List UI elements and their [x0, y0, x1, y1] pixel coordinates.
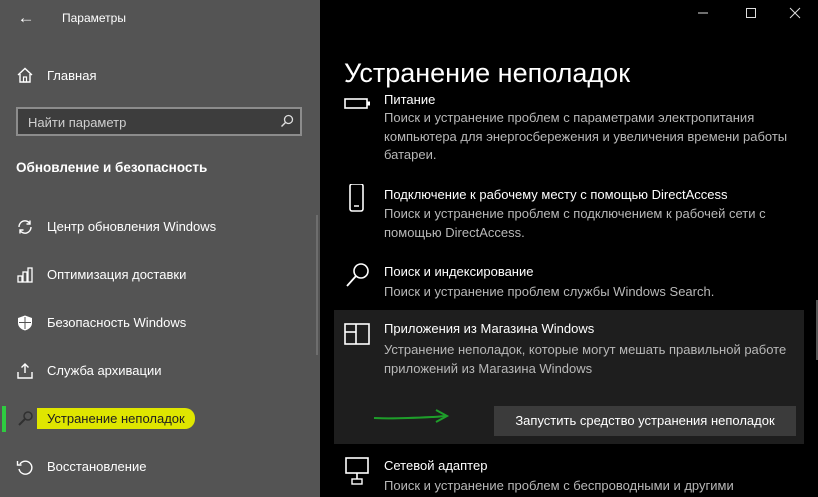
wrench-icon — [18, 411, 33, 426]
tile-description: Поиск и устранение проблем с подключение… — [384, 206, 766, 240]
troubleshooter-power[interactable]: Питание Поиск и устранение проблем с пар… — [334, 92, 804, 168]
run-troubleshooter-button[interactable]: Запустить средство устранения неполадок — [494, 406, 796, 436]
active-indicator — [2, 406, 6, 432]
sidebar-item-recovery[interactable]: Восстановление — [0, 454, 310, 480]
sidebar-item-label: Центр обновления Windows — [47, 219, 217, 234]
sidebar-item-label: Служба архивации — [47, 363, 162, 378]
maximize-button[interactable] — [728, 6, 774, 30]
troubleshooter-store-apps[interactable]: Приложения из Магазина Windows Устранени… — [334, 310, 804, 444]
backup-icon — [17, 363, 33, 379]
network-icon — [345, 457, 369, 485]
sidebar-item-troubleshoot[interactable]: Устранение неполадок — [0, 406, 310, 432]
sidebar-scrollbar[interactable] — [316, 215, 318, 355]
minimize-button[interactable] — [680, 6, 726, 30]
section-title: Обновление и безопасность — [16, 160, 208, 175]
store-app-icon — [344, 323, 370, 345]
maximize-icon — [746, 8, 756, 18]
tile-title: Поиск и индексирование — [384, 264, 534, 279]
sidebar: ← Параметры Главная Найти параметр Обнов… — [0, 0, 320, 497]
title-bar: ← Параметры — [0, 0, 320, 36]
home-nav-item[interactable]: Главная — [16, 64, 96, 86]
recovery-icon — [16, 460, 33, 475]
page-title: Устранение неполадок — [344, 58, 631, 88]
sidebar-item-label: Оптимизация доставки — [47, 267, 187, 282]
sidebar-item-label: Устранение неполадок — [37, 408, 195, 429]
sidebar-item-delivery-optimization[interactable]: Оптимизация доставки — [0, 262, 310, 288]
search-input[interactable]: Найти параметр — [16, 107, 302, 136]
sidebar-item-windows-update[interactable]: Центр обновления Windows — [0, 214, 310, 240]
minimize-icon — [698, 12, 708, 14]
tile-description: Устранение неполадок, которые могут меша… — [384, 342, 787, 376]
search-placeholder: Найти параметр — [28, 115, 127, 130]
green-arrow-annotation — [373, 409, 450, 423]
tile-description: Поиск и устранение проблем службы Window… — [384, 284, 715, 299]
tile-description: Поиск и устранение проблем с беспроводны… — [384, 478, 734, 493]
tile-title: Приложения из Магазина Windows — [384, 321, 595, 336]
search-icon[interactable] — [280, 114, 294, 128]
sidebar-item-label: Восстановление — [47, 459, 147, 474]
sidebar-item-label: Безопасность Windows — [47, 315, 187, 330]
app-title: Параметры — [62, 11, 126, 25]
battery-icon — [344, 98, 370, 109]
troubleshooter-directaccess[interactable]: Подключение к рабочему месту с помощью D… — [334, 184, 804, 244]
main-content: Устранение неполадок Питание Поиск и уст… — [320, 0, 818, 497]
sync-icon — [18, 220, 32, 234]
back-button[interactable]: ← — [14, 7, 38, 29]
close-icon — [789, 7, 801, 19]
sidebar-item-windows-security[interactable]: Безопасность Windows — [0, 310, 310, 336]
search-icon — [346, 263, 369, 287]
troubleshooter-search-indexing[interactable]: Поиск и индексирование Поиск и устранени… — [334, 262, 804, 302]
close-button[interactable] — [772, 6, 818, 30]
tile-title: Питание — [384, 92, 436, 107]
tile-title: Подключение к рабочему месту с помощью D… — [384, 187, 728, 202]
sidebar-item-backup[interactable]: Служба архивации — [0, 358, 310, 384]
tile-title: Сетевой адаптер — [384, 458, 488, 473]
home-label: Главная — [47, 67, 97, 83]
home-icon — [17, 67, 33, 83]
phone-icon — [349, 184, 364, 212]
delivery-icon — [17, 267, 33, 283]
shield-icon — [18, 315, 32, 331]
troubleshooter-network-adapter[interactable]: Сетевой адаптер Поиск и устранение пробл… — [334, 456, 804, 497]
tile-description: Поиск и устранение проблем с параметрами… — [384, 110, 788, 162]
